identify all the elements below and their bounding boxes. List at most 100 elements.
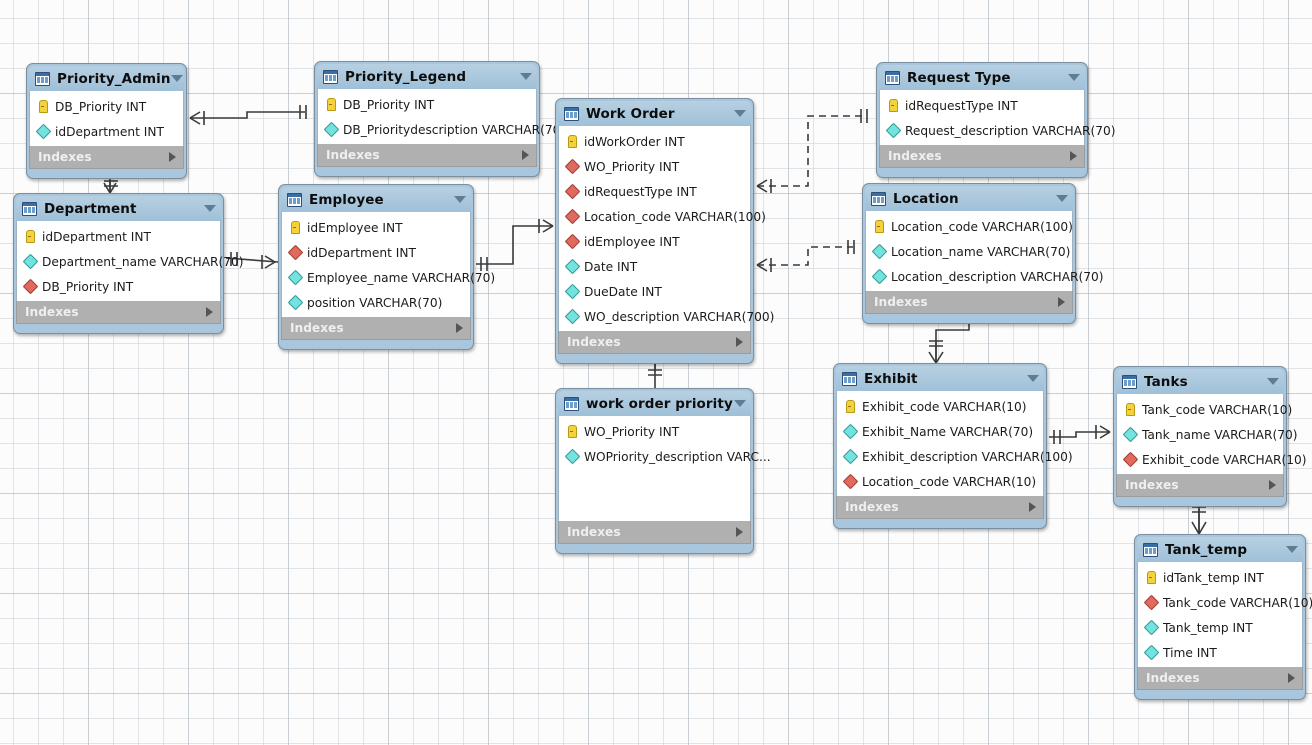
table-exhibit[interactable]: Exhibit Exhibit_code VARCHAR(10) Exhibit_N… [833,363,1073,529]
chevron-down-icon[interactable] [204,205,216,212]
table-column[interactable]: idDepartment INT [17,224,220,249]
expand-arrow-icon[interactable] [1029,502,1036,512]
indexes-section-employee[interactable]: Indexes [281,317,471,340]
table-column[interactable]: Location_description VARCHAR(70) [866,264,1104,289]
table-employee[interactable]: Employee idEmployee INT idDepartment INT Em… [278,184,495,350]
table-header-department[interactable]: Department [16,196,221,221]
relationship-work-order-location[interactable] [756,240,855,272]
table-column[interactable]: Location_name VARCHAR(70) [866,239,1072,264]
table-column[interactable]: DB_Priority INT [318,92,536,117]
table-column[interactable]: idDepartment INT [282,240,470,265]
chevron-down-icon[interactable] [1027,375,1039,382]
table-header-tanks[interactable]: Tanks [1116,369,1284,394]
chevron-down-icon[interactable] [734,400,746,407]
table-column[interactable]: idEmployee INT [559,229,750,254]
expand-arrow-icon[interactable] [1070,151,1077,161]
table-column[interactable]: Time INT [1138,640,1302,665]
table-tanks[interactable]: Tanks Tank_code VARCHAR(10) Tank_name VARC… [1113,366,1307,507]
indexes-section-priority-legend[interactable]: Indexes [317,144,537,167]
indexes-section-request-type[interactable]: Indexes [879,145,1085,168]
table-tank-temp[interactable]: Tank_temp idTank_temp INT Tank_code VARCHA… [1134,534,1312,700]
table-column[interactable]: Exhibit_description VARCHAR(100) [837,444,1073,469]
table-header-location[interactable]: Location [865,186,1073,211]
table-priority-legend[interactable]: Priority_Legend DB_Priority INT DB_Priorit… [314,61,565,177]
expand-arrow-icon[interactable] [736,337,743,347]
table-column[interactable]: DB_Priority INT [30,94,183,119]
table-priority-admin[interactable]: Priority_Admin DB_Priority INT idDepartmen… [26,63,187,179]
table-column[interactable]: WOPriority_description VARC... [559,444,771,469]
expand-arrow-icon[interactable] [456,323,463,333]
table-column[interactable]: Tank_code VARCHAR(10) [1117,397,1292,422]
indexes-section-department[interactable]: Indexes [16,301,221,324]
expand-arrow-icon[interactable] [522,150,529,160]
indexes-section-tanks[interactable]: Indexes [1116,474,1284,497]
table-column[interactable]: DB_Prioritydescription VARCHAR(70) [318,117,565,142]
indexes-section-tank-temp[interactable]: Indexes [1137,667,1303,690]
table-header-exhibit[interactable]: Exhibit [836,366,1044,391]
chevron-down-icon[interactable] [454,196,466,203]
table-header-priority-legend[interactable]: Priority_Legend [317,64,537,89]
expand-arrow-icon[interactable] [736,527,743,537]
table-column[interactable]: position VARCHAR(70) [282,290,470,315]
chevron-down-icon[interactable] [1056,195,1068,202]
table-header-work-order[interactable]: Work Order [558,101,751,126]
table-column[interactable]: DB_Priority INT [17,274,220,299]
expand-arrow-icon[interactable] [1058,297,1065,307]
table-location[interactable]: Location Location_code VARCHAR(100) Locati… [862,183,1104,324]
table-column[interactable]: idWorkOrder INT [559,129,750,154]
table-column[interactable]: Exhibit_Name VARCHAR(70) [837,419,1043,444]
table-column[interactable]: Request_description VARCHAR(70) [880,118,1116,143]
chevron-down-icon[interactable] [734,110,746,117]
chevron-down-icon[interactable] [1267,378,1279,385]
chevron-down-icon[interactable] [1068,74,1080,81]
table-work-order-priority[interactable]: work order priority WO_Priority INT WOPrio… [555,388,771,554]
chevron-down-icon[interactable] [1286,546,1298,553]
chevron-down-icon[interactable] [170,75,183,82]
table-column[interactable]: idDepartment INT [30,119,183,144]
table-column[interactable]: WO_Priority INT [559,419,750,444]
expand-arrow-icon[interactable] [169,152,176,162]
table-column[interactable]: Exhibit_code VARCHAR(10) [837,394,1043,419]
table-department[interactable]: Department idDepartment INT Department_nam… [13,193,244,334]
table-column[interactable]: idTank_temp INT [1138,565,1302,590]
table-column[interactable]: DueDate INT [559,279,750,304]
table-column[interactable]: WO_Priority INT [559,154,750,179]
table-column[interactable]: Exhibit_code VARCHAR(10) [1117,447,1307,472]
expand-arrow-icon[interactable] [1269,480,1276,490]
table-column[interactable]: Department_name VARCHAR(70) [17,249,244,274]
relationship-work-order-request-type[interactable] [756,109,868,193]
table-header-priority-admin[interactable]: Priority_Admin [29,66,184,91]
table-column[interactable]: idRequestType INT [559,179,750,204]
table-header-employee[interactable]: Employee [281,187,471,212]
table-request-type[interactable]: Request Type idRequestType INT Request_des… [876,62,1116,178]
table-column[interactable]: Location_code VARCHAR(100) [866,214,1073,239]
table-column[interactable]: Employee_name VARCHAR(70) [282,265,495,290]
table-header-tank-temp[interactable]: Tank_temp [1137,537,1303,562]
table-column[interactable]: Tank_temp INT [1138,615,1302,640]
indexes-section-location[interactable]: Indexes [865,291,1073,314]
relationship-exhibit-tanks[interactable] [1049,425,1111,444]
relationship-priority-admin-priority-legend[interactable] [189,105,307,125]
table-header-request-type[interactable]: Request Type [879,65,1085,90]
column-label: Request_description VARCHAR(70) [905,123,1116,138]
indexes-section-priority-admin[interactable]: Indexes [29,146,184,169]
table-column[interactable]: WO_description VARCHAR(700) [559,304,774,329]
indexes-section-work-order[interactable]: Indexes [558,331,751,354]
expand-arrow-icon[interactable] [206,307,213,317]
expand-arrow-icon[interactable] [1288,673,1295,683]
table-column[interactable]: idRequestType INT [880,93,1084,118]
table-column[interactable]: Location_code VARCHAR(10) [837,469,1043,494]
column-icon [842,448,859,465]
table-column[interactable]: Location_code VARCHAR(100) [559,204,766,229]
table-header-work-order-priority[interactable]: work order priority [558,391,751,416]
relationship-employee-work-order[interactable] [476,219,554,271]
indexes-section-exhibit[interactable]: Indexes [836,496,1044,519]
indexes-section-work-order-priority[interactable]: Indexes [558,521,751,544]
table-column[interactable]: Tank_name VARCHAR(70) [1117,422,1297,447]
column-label: Location_code VARCHAR(10) [862,474,1037,489]
table-column[interactable]: Tank_code VARCHAR(10) [1138,590,1312,615]
table-column[interactable]: Date INT [559,254,750,279]
table-work-order[interactable]: Work Order idWorkOrder INT WO_Priority INT… [555,98,774,364]
chevron-down-icon[interactable] [520,73,532,80]
table-column[interactable]: idEmployee INT [282,215,470,240]
